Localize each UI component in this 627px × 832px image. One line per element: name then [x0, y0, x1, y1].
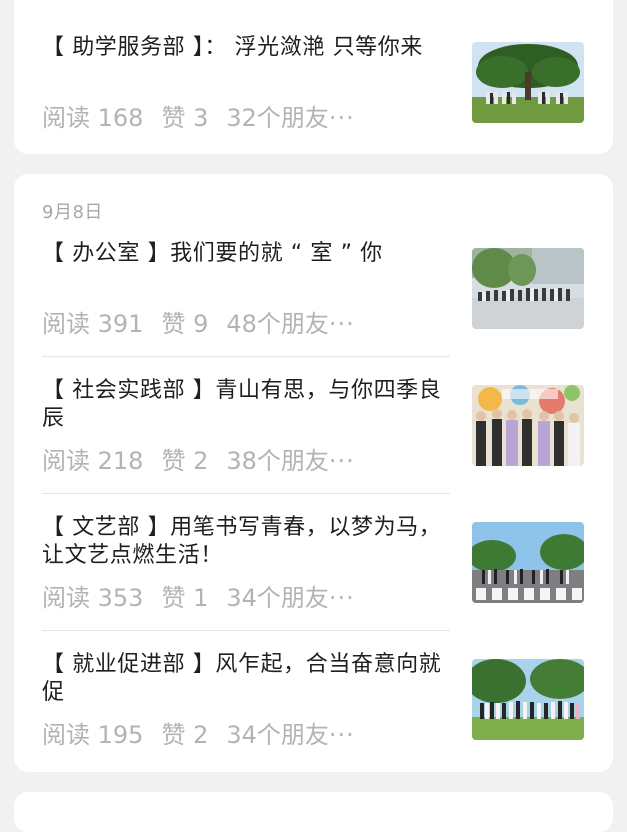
more-ellipsis: ··· — [328, 584, 355, 612]
article-title[interactable]: 【 就业促进部 】风乍起，合当奋意向就促 — [42, 651, 447, 707]
article-meta: 阅读 391 赞 9 48个朋友··· — [42, 308, 452, 340]
photo-tree-group-image — [472, 42, 584, 123]
like-count: 赞 2 — [161, 721, 209, 749]
article-card-next — [14, 792, 613, 832]
photo-museum-group-image — [472, 385, 584, 466]
like-count: 赞 9 — [161, 310, 209, 338]
divider — [42, 630, 450, 631]
read-count: 阅读 353 — [42, 584, 144, 612]
friends-read: 32个朋友··· — [226, 104, 355, 132]
article-meta: 阅读 353 赞 1 34个朋友··· — [42, 582, 452, 614]
friends-read: 38个朋友··· — [226, 447, 355, 475]
article-group-card: 9月8日 【 办公室 】我们要的就 “ 室 ” 你 阅读 391 赞 9 48个朋友… — [14, 174, 613, 772]
article-item[interactable]: 【 就业促进部 】风乍起，合当奋意向就促 阅读 195 赞 2 34个朋友··· — [42, 651, 600, 789]
like-count: 赞 2 — [161, 447, 209, 475]
article-thumbnail-image[interactable] — [472, 522, 584, 603]
like-count: 赞 1 — [161, 584, 209, 612]
article-title[interactable]: 【 文艺部 】用笔书写青春，以梦为马，让文艺点燃生活！ — [42, 514, 447, 570]
more-ellipsis: ··· — [328, 447, 355, 475]
more-ellipsis: ··· — [328, 310, 355, 338]
article-title[interactable]: 【 助学服务部 】： 浮光潋滟 只等你来 — [42, 34, 447, 62]
more-ellipsis: ··· — [328, 104, 355, 132]
article-thumbnail-image[interactable] — [472, 659, 584, 740]
article-item[interactable]: 【 社会实践部 】青山有思，与你四季良辰 阅读 218 赞 2 38个朋友··· — [42, 377, 600, 515]
article-item[interactable]: 【 办公室 】我们要的就 “ 室 ” 你 阅读 391 赞 9 48个朋友··· — [42, 240, 600, 378]
article-meta: 阅读 195 赞 2 34个朋友··· — [42, 719, 452, 751]
divider — [42, 356, 450, 357]
photo-crosswalk-group-image — [472, 522, 584, 603]
article-title[interactable]: 【 办公室 】我们要的就 “ 室 ” 你 — [42, 240, 447, 268]
article-item-top-1[interactable]: 【 助学服务部 】： 浮光潋滟 只等你来 阅读 168 赞 3 32个朋友··· — [42, 34, 600, 172]
article-title[interactable]: 【 社会实践部 】青山有思，与你四季良辰 — [42, 377, 447, 433]
group-date: 9月8日 — [42, 202, 103, 223]
divider — [42, 493, 450, 494]
friends-read: 34个朋友··· — [226, 584, 355, 612]
friends-read: 34个朋友··· — [226, 721, 355, 749]
like-count: 赞 3 — [161, 104, 209, 132]
article-thumbnail-image[interactable] — [472, 42, 584, 123]
photo-plaza-group-image — [472, 248, 584, 329]
read-count: 阅读 195 — [42, 721, 144, 749]
article-thumbnail-image[interactable] — [472, 248, 584, 329]
article-meta: 阅读 218 赞 2 38个朋友··· — [42, 445, 452, 477]
article-thumbnail-image[interactable] — [472, 385, 584, 466]
article-meta: 阅读 168 赞 3 32个朋友··· — [42, 102, 452, 134]
photo-park-group-image — [472, 659, 584, 740]
article-card-top: 【 助学服务部 】： 浮光潋滟 只等你来 阅读 168 赞 3 32个朋友··· — [14, 0, 613, 154]
article-item[interactable]: 【 文艺部 】用笔书写青春，以梦为马，让文艺点燃生活！ 阅读 353 赞 1 34个… — [42, 514, 600, 652]
more-ellipsis: ··· — [328, 721, 355, 749]
read-count: 阅读 168 — [42, 104, 144, 132]
friends-read: 48个朋友··· — [226, 310, 355, 338]
read-count: 阅读 391 — [42, 310, 144, 338]
read-count: 阅读 218 — [42, 447, 144, 475]
